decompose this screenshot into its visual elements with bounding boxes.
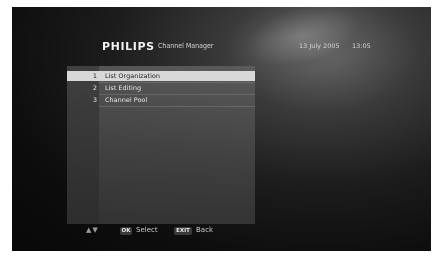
menu-item-label: Channel Pool	[105, 96, 148, 104]
time-display: 13:05	[352, 42, 371, 50]
menu-item-label: List Organization	[105, 72, 160, 80]
back-hint-label: Back	[196, 226, 213, 234]
exit-key-icon[interactable]: EXIT	[174, 227, 192, 235]
menu-item-number: 2	[92, 84, 97, 92]
menu-item-label: List Editing	[105, 84, 142, 92]
menu-panel: 1 List Organization 2 List Editing 3 Cha…	[67, 66, 255, 224]
menu-item-list-organization[interactable]: 1 List Organization	[67, 71, 255, 81]
menu-item-number: 3	[92, 96, 97, 104]
ok-key-icon[interactable]: OK	[120, 227, 132, 235]
up-down-arrows-icon: ▲▼	[86, 226, 99, 234]
menu-item-list-editing[interactable]: 2 List Editing	[67, 83, 255, 93]
brand-logo: PHILIPS	[102, 40, 155, 53]
date-display: 13 July 2005	[299, 42, 340, 50]
menu-item-channel-pool[interactable]: 3 Channel Pool	[67, 95, 255, 105]
tv-screen: PHILIPS Channel Manager 13 July 2005 13:…	[12, 7, 431, 251]
menu-divider	[99, 106, 255, 107]
page-title: Channel Manager	[158, 42, 214, 50]
menu-item-number: 1	[92, 72, 97, 80]
select-hint-label: Select	[136, 226, 158, 234]
